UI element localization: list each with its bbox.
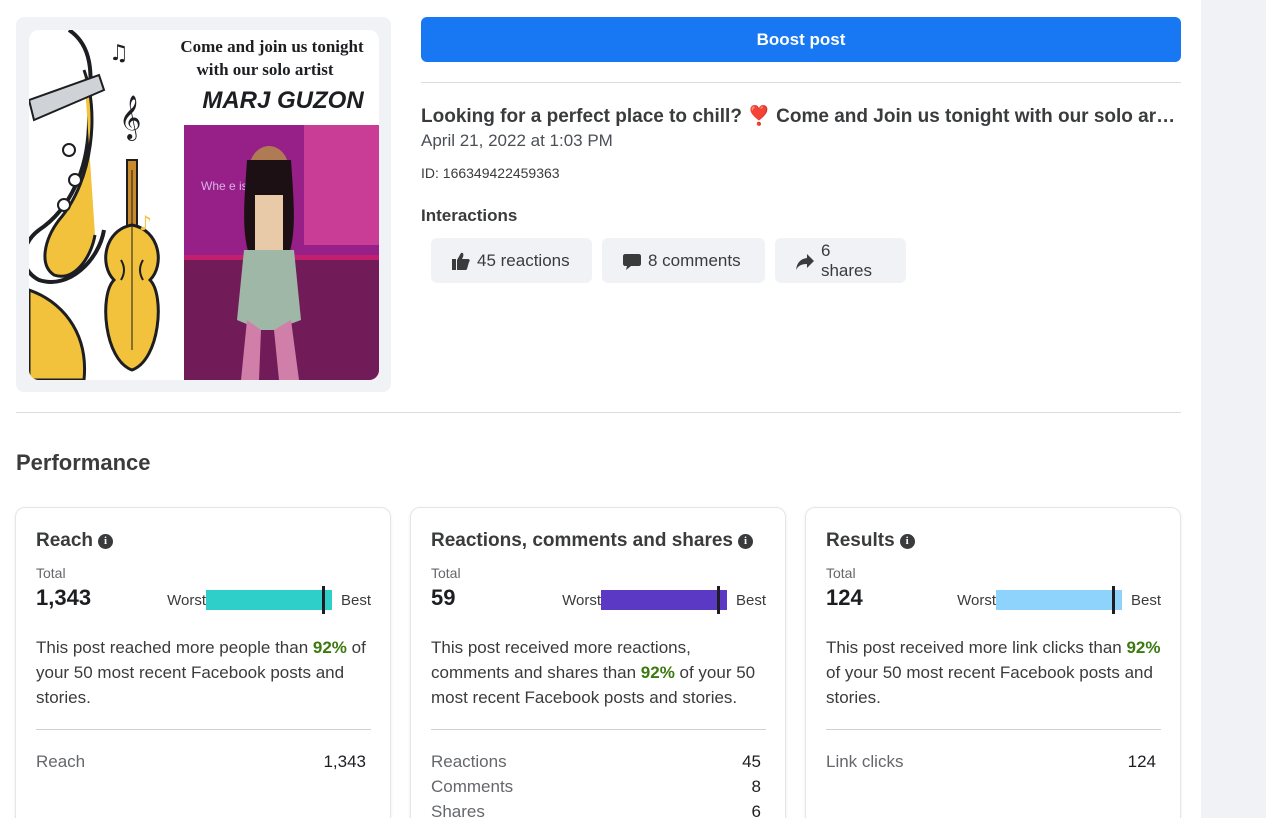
worst-label: Worst — [957, 592, 996, 609]
card-title-text: Results — [826, 530, 895, 551]
card-title: Results i — [826, 530, 915, 552]
thumbs-up-icon — [452, 252, 470, 270]
bar-fill — [996, 590, 1122, 610]
engagement-card: Reactions, comments and shares i Total 5… — [410, 507, 786, 818]
bar-marker — [717, 586, 720, 614]
poster-illustration: 𝄞 ♫ ♪ Come and join us tonight with our … — [29, 30, 379, 380]
total-value: 1,343 — [36, 585, 92, 610]
desc-text: This post reached more people than — [36, 638, 313, 657]
divider — [826, 729, 1161, 730]
bar-fill — [206, 590, 332, 610]
desc-text: This post received more link clicks than — [826, 638, 1127, 657]
stat-label: Link clicks — [826, 752, 904, 771]
music-note-icon: ♫ — [109, 41, 129, 66]
stat-label: Shares — [431, 802, 485, 818]
performance-heading: Performance — [16, 450, 151, 475]
singer-photo: Whe e is you — [184, 125, 379, 380]
performance-bar — [601, 586, 727, 614]
stat-row: Reach 1,343 — [36, 752, 366, 772]
total-label: Total — [36, 565, 66, 581]
treble-clef-icon: 𝄞 — [119, 95, 141, 141]
stat-label: Reach — [36, 752, 86, 771]
post-date: April 21, 2022 at 1:03 PM — [421, 131, 613, 150]
stat-row: Reactions 45 — [431, 752, 761, 772]
desc-text: of your 50 most recent Facebook posts an… — [826, 663, 1153, 707]
divider — [431, 729, 766, 730]
share-arrow-icon — [795, 253, 814, 270]
total-value: 59 — [431, 585, 456, 610]
percent-highlight: 92% — [640, 663, 675, 682]
info-icon[interactable]: i — [98, 533, 114, 549]
results-card: Results i Total 124 Worst Best This post… — [805, 507, 1181, 818]
performance-bar — [206, 586, 332, 614]
card-description: This post received more link clicks than… — [826, 635, 1161, 710]
stat-value: 1,343 — [323, 752, 366, 771]
stat-value: 6 — [751, 802, 761, 818]
card-title-text: Reactions, comments and shares — [431, 530, 733, 551]
poster-artist: MARJ GUZON — [202, 87, 364, 114]
comment-icon — [623, 253, 641, 270]
percent-highlight: 92% — [1126, 638, 1161, 657]
stat-row: Comments 8 — [431, 777, 761, 797]
stat-value: 124 — [1127, 752, 1156, 771]
stat-label: Comments — [431, 777, 514, 796]
boost-post-button[interactable]: Boost post — [421, 17, 1181, 62]
comments-count: 8 comments — [648, 250, 741, 270]
divider — [16, 412, 1181, 413]
total-label: Total — [826, 565, 856, 581]
card-title-text: Reach — [36, 530, 94, 551]
percent-highlight: 92% — [312, 638, 347, 657]
post-id: ID: 166349422459363 — [421, 165, 560, 181]
card-title: Reactions, comments and shares i — [431, 530, 753, 552]
poster-line2: with our solo artist — [196, 60, 333, 79]
info-icon[interactable]: i — [899, 533, 915, 549]
bar-marker — [1112, 586, 1115, 614]
right-gutter — [1201, 0, 1266, 818]
reactions-count: 45 reactions — [477, 250, 570, 270]
divider — [421, 82, 1181, 83]
shares-chip[interactable]: 6 shares — [775, 238, 906, 283]
bar-marker — [322, 586, 325, 614]
music-note-icon: ♪ — [139, 211, 152, 235]
post-title: Looking for a perfect place to chill? ❣️… — [421, 106, 1181, 127]
best-label: Best — [736, 592, 767, 609]
total-value: 124 — [826, 585, 863, 610]
card-description: This post reached more people than 92% o… — [36, 635, 371, 710]
stat-value: 45 — [742, 752, 761, 771]
reach-card: Reach i Total 1,343 Worst Best This post… — [15, 507, 391, 818]
poster-line1: Come and join us tonight — [180, 37, 364, 56]
bar-fill — [601, 590, 727, 610]
worst-label: Worst — [167, 592, 206, 609]
total-label: Total — [431, 565, 461, 581]
worst-label: Worst — [562, 592, 601, 609]
card-title: Reach i — [36, 530, 114, 552]
comments-chip[interactable]: 8 comments — [602, 238, 765, 283]
info-icon[interactable]: i — [738, 533, 753, 549]
post-image[interactable]: 𝄞 ♫ ♪ Come and join us tonight with our … — [29, 30, 379, 380]
stat-row: Link clicks 124 — [826, 752, 1156, 772]
post-preview-card[interactable]: 𝄞 ♫ ♪ Come and join us tonight with our … — [16, 17, 391, 392]
shares-count: 6 shares — [820, 240, 872, 280]
stat-row: Shares 6 — [431, 802, 761, 818]
interactions-label: Interactions — [421, 206, 518, 225]
best-label: Best — [1131, 592, 1162, 609]
stat-value: 8 — [751, 777, 761, 796]
stat-label: Reactions — [431, 752, 507, 771]
performance-bar — [996, 586, 1122, 614]
best-label: Best — [341, 592, 372, 609]
card-description: This post received more reactions, comme… — [431, 635, 766, 710]
divider — [36, 729, 371, 730]
reactions-chip[interactable]: 45 reactions — [431, 238, 592, 283]
